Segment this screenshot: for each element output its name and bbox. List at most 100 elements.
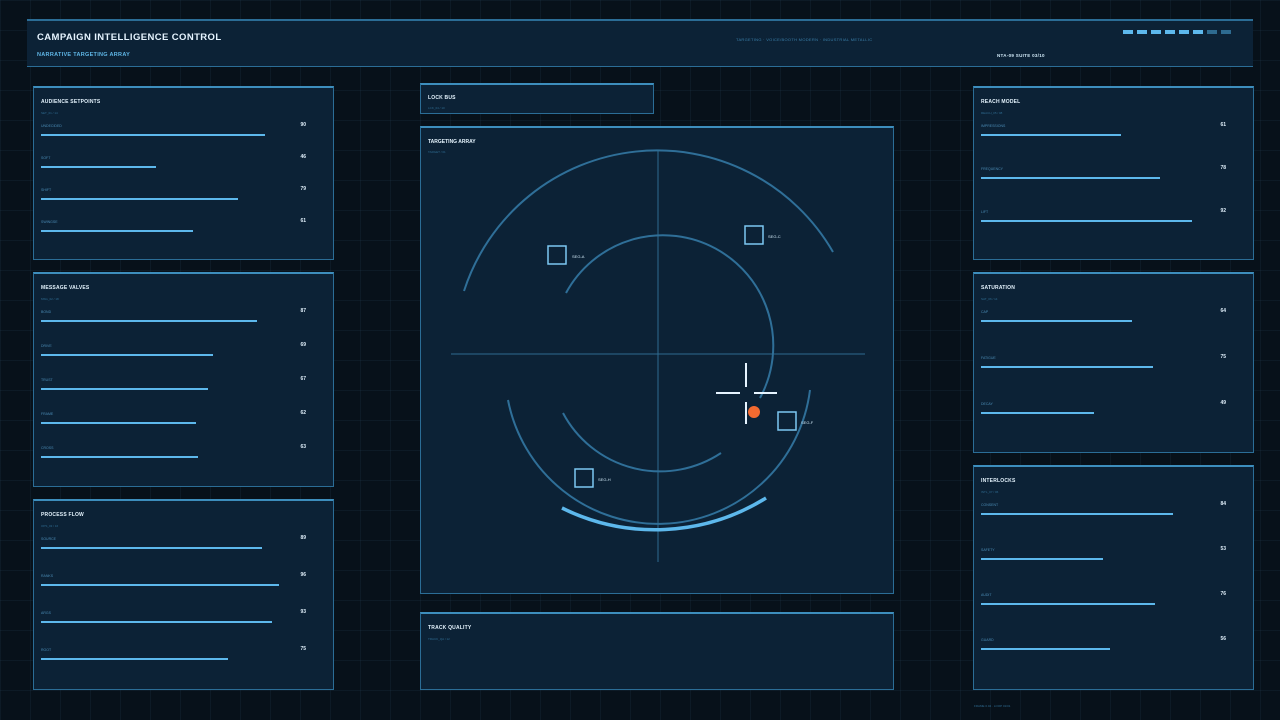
bar-value: 61 [1220, 122, 1226, 128]
bar-label: CROSS [41, 446, 54, 450]
bar-label: BOND [41, 310, 52, 314]
unit-readout: NTA-09 SUITE 03/10 [997, 53, 1045, 58]
bar-value: 89 [300, 535, 306, 541]
bar-label: SAFETY [981, 548, 995, 552]
bar-label: RANKS [41, 574, 54, 578]
bar-label: SOFT [41, 156, 51, 160]
locked-target-dot [748, 406, 760, 418]
status-segments [1123, 30, 1231, 34]
panel-title: PROCESS FLOW [41, 512, 84, 518]
panel-code: SAT_06 / 14 [981, 297, 998, 301]
audience-setpoints-panel: AUDIENCE SETPOINTS SET_01 / 14 UNDECIDED… [33, 86, 334, 260]
bar-value: 62 [300, 410, 306, 416]
bar-value: 84 [1220, 501, 1226, 507]
bar-label: UNDECIDED [41, 124, 62, 128]
bar-label: LIFT [981, 210, 989, 214]
radar-scope[interactable]: SEG-A SEG-C SEG-F SEG-H [421, 128, 895, 596]
panel-code: REACH_05 / 08 [981, 111, 1003, 115]
process-flow-panel: PROCESS FLOW OPS_03 / 16 SOURCE 89 RANKS… [33, 499, 334, 690]
header-bar: CAMPAIGN INTELLIGENCE CONTROL NARRATIVE … [27, 19, 1253, 67]
bar-value: 78 [1220, 165, 1226, 171]
level-bar [41, 584, 279, 586]
bar-value: 61 [300, 218, 306, 224]
panel-title: INTERLOCKS [981, 478, 1016, 484]
target-label-seg-f: SEG-F [801, 420, 814, 425]
level-bar [981, 320, 1132, 322]
level-bar [41, 230, 193, 232]
panel-code: TRACK_QA / 12 [428, 637, 450, 641]
level-bar [981, 220, 1192, 222]
level-bar [41, 198, 238, 200]
bar-label: ARGS [41, 611, 51, 615]
status-segment [1207, 30, 1217, 34]
status-segment [1151, 30, 1161, 34]
target-label-seg-h: SEG-H [598, 477, 611, 482]
target-marker-seg-f [777, 411, 797, 431]
panel-title: REACH MODEL [981, 99, 1021, 105]
target-label-seg-a: SEG-A [572, 254, 585, 259]
target-label-seg-c: SEG-C [768, 234, 781, 239]
level-bar [41, 354, 213, 356]
lock-bus-panel: LOCK BUS LCK_04 / 10 [420, 83, 654, 114]
bar-value: 49 [1220, 400, 1226, 406]
status-segment [1165, 30, 1175, 34]
target-marker-seg-a [547, 245, 567, 265]
panel-title: TRACK QUALITY [428, 625, 472, 631]
status-segment [1123, 30, 1133, 34]
bar-value: 90 [300, 122, 306, 128]
panel-code: OPS_03 / 16 [41, 524, 59, 528]
saturation-panel: SATURATION SAT_06 / 14 CAP 64 FATIGUE 75… [973, 272, 1254, 453]
bar-label: FRAME [41, 412, 54, 416]
bar-label: CONSENT [981, 503, 999, 507]
panel-code: MSG_02 / 18 [41, 297, 59, 301]
bar-value: 96 [300, 572, 306, 578]
level-bar [41, 422, 196, 424]
bar-value: 64 [1220, 308, 1226, 314]
bar-label: IMPRESSIONS [981, 124, 1006, 128]
panel-title: MESSAGE VALVES [41, 285, 90, 291]
bar-label: FREQUENCY [981, 167, 1003, 171]
panel-title: LOCK BUS [428, 95, 456, 101]
bar-value: 79 [300, 186, 306, 192]
bar-value: 75 [300, 646, 306, 652]
level-bar [41, 388, 208, 390]
bar-label: ROOT [41, 648, 52, 652]
level-bar [981, 603, 1155, 605]
bar-value: 75 [1220, 354, 1226, 360]
radar-inner-ring [565, 234, 775, 399]
bar-label: DECAY [981, 402, 993, 406]
targeting-array-panel: TARGETING ARRAY TARGET / 01 SEG-A SEG-C … [420, 126, 894, 594]
status-segment [1221, 30, 1231, 34]
bar-value: 67 [300, 376, 306, 382]
bar-label: GUARD [981, 638, 994, 642]
reach-model-panel: REACH MODEL REACH_05 / 08 IMPRESSIONS 61… [973, 86, 1254, 260]
level-bar [981, 513, 1173, 515]
app-title: CAMPAIGN INTELLIGENCE CONTROL [37, 32, 222, 43]
bar-label: SHIFT [41, 188, 52, 192]
bar-value: 93 [300, 609, 306, 615]
status-segment [1179, 30, 1189, 34]
bar-value: 69 [300, 342, 306, 348]
bar-label: DRIVE [41, 344, 52, 348]
radar-outer-arc [463, 149, 834, 292]
panel-code: SET_01 / 14 [41, 111, 58, 115]
level-bar [41, 166, 156, 168]
target-marker-seg-c [744, 225, 764, 245]
app-subtitle: NARRATIVE TARGETING ARRAY [37, 52, 131, 58]
track-quality-panel: TRACK QUALITY TRACK_QA / 12 [420, 612, 894, 690]
bar-value: 46 [300, 154, 306, 160]
level-bar [41, 658, 228, 660]
bar-value: 63 [300, 444, 306, 450]
level-bar [981, 648, 1110, 650]
bar-label: AUDIT [981, 593, 992, 597]
radar-inner-ring-lower [562, 412, 722, 473]
level-bar [981, 412, 1094, 414]
bar-value: 92 [1220, 208, 1226, 214]
bar-value: 87 [300, 308, 306, 314]
level-bar [981, 177, 1160, 179]
interlocks-panel: INTERLOCKS INTL_07 / 06 CONSENT 84 SAFET… [973, 465, 1254, 690]
panel-code: LCK_04 / 10 [428, 106, 445, 110]
bar-label: SOURCE [41, 537, 56, 541]
level-bar [41, 456, 198, 458]
level-bar [981, 366, 1153, 368]
